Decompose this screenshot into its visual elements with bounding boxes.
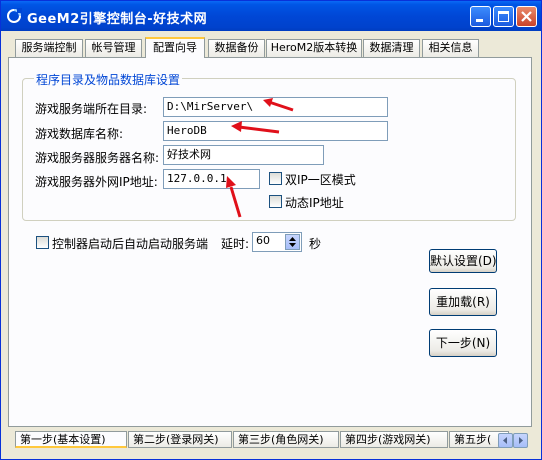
window-title: GeeM2引擎控制台-好技术网 <box>27 12 208 27</box>
main-window: GeeM2引擎控制台-好技术网 服务端控制 帐号管理 配置向导 数据备份 Her… <box>0 0 542 460</box>
tab-step-4[interactable]: 第四步(游戏网关) <box>340 431 448 448</box>
tab-scroll-arrows <box>498 433 528 448</box>
title-bar[interactable]: GeeM2引擎控制台-好技术网 <box>1 1 541 31</box>
tab-about[interactable]: 相关信息 <box>422 39 479 57</box>
next-button[interactable]: 下一步(N) <box>429 329 497 357</box>
autostart-label: 控制器启动后自动启动服务端 <box>52 237 209 251</box>
group-title: 程序目录及物品数据库设置 <box>34 71 183 88</box>
step-tab-strip: 第一步(基本设置) 第二步(登录网关) 第三步(角色网关) 第四步(游戏网关) … <box>15 431 533 449</box>
chevron-right-icon <box>519 437 523 444</box>
tab-step-2[interactable]: 第二步(登录网关) <box>128 431 232 448</box>
tab-step-1[interactable]: 第一步(基本设置) <box>15 431 127 448</box>
tab-data-backup[interactable]: 数据备份 <box>208 39 265 57</box>
red-arrow-icon <box>263 98 294 112</box>
minimize-button[interactable] <box>470 6 491 27</box>
red-arrow-icon <box>226 176 242 218</box>
spinner-buttons[interactable] <box>285 234 300 250</box>
dual-ip-label: 双IP一区模式 <box>285 173 356 187</box>
red-arrow-icon <box>231 121 280 134</box>
reload-button[interactable]: 重加载(R) <box>429 288 497 316</box>
default-settings-button[interactable]: 默认设置(D) <box>429 249 497 273</box>
autostart-checkbox[interactable] <box>36 236 49 249</box>
delay-unit: 秒 <box>309 237 322 251</box>
delay-label: 延时: <box>221 237 250 251</box>
delay-value: 60 <box>256 234 270 247</box>
dynamic-ip-checkbox[interactable] <box>269 195 282 208</box>
tab-server-control[interactable]: 服务端控制 <box>15 39 83 57</box>
app-icon <box>7 8 22 23</box>
tab-scroll-left[interactable] <box>498 433 513 448</box>
ip-label: 游戏服务器外网IP地址: <box>35 175 158 189</box>
spin-arrows-icon <box>289 237 296 247</box>
tab-account-management[interactable]: 帐号管理 <box>85 39 142 57</box>
server-name-label: 游戏服务器服务器名称: <box>35 151 160 165</box>
chevron-left-icon <box>503 437 507 444</box>
server-dir-label: 游戏服务端所在目录: <box>35 102 148 116</box>
minimize-icon <box>476 19 483 22</box>
db-name-label: 游戏数据库名称: <box>35 127 124 141</box>
tab-scroll-right[interactable] <box>513 433 528 448</box>
maximize-icon <box>498 11 509 22</box>
tab-data-cleanup[interactable]: 数据清理 <box>363 39 420 57</box>
dynamic-ip-label: 动态IP地址 <box>285 196 344 210</box>
server-name-field[interactable]: 好技术网 <box>163 145 324 165</box>
delay-spinner[interactable]: 60 <box>252 232 302 252</box>
tab-herom2-version[interactable]: HeroM2版本转换 <box>266 39 362 57</box>
dual-ip-checkbox[interactable] <box>269 172 282 185</box>
tab-config-wizard[interactable]: 配置向导 <box>145 37 205 58</box>
close-button[interactable] <box>516 6 537 27</box>
ip-field[interactable]: 127.0.0.1 <box>163 169 260 189</box>
close-icon <box>521 11 532 22</box>
tab-step-3[interactable]: 第三步(角色网关) <box>233 431 339 448</box>
maximize-button[interactable] <box>493 6 514 27</box>
